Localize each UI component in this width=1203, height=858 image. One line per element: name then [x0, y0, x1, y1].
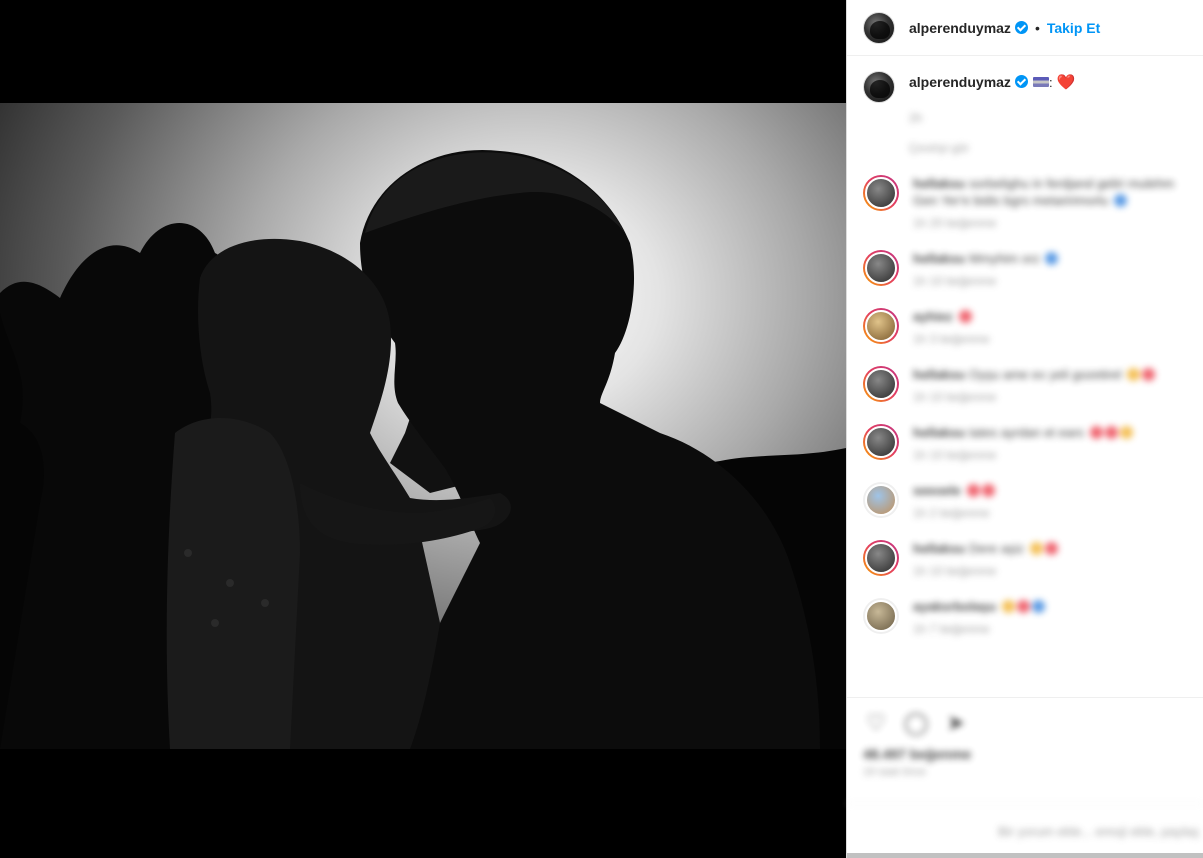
emoji-icon — [1104, 426, 1118, 439]
see-translation-link[interactable]: Çeviriyi gör — [909, 141, 1203, 155]
emoji-icon — [1142, 368, 1156, 381]
comment-item: ayaksrbolaşu 1h 7 beğenme — [847, 598, 1203, 636]
share-icon[interactable]: ➤ — [943, 710, 969, 736]
comment-body: hellaksu tates ayrdan et ears 1h 10 beğen… — [913, 424, 1187, 462]
comment-avatar[interactable] — [863, 175, 899, 211]
comment-text: hellaksu Mmyhim orz — [913, 250, 1187, 267]
caption-meta: 2h — [909, 111, 923, 125]
post-header: alperenduymaz • Takip Et — [847, 0, 1203, 56]
emoji-icon — [1017, 600, 1031, 613]
comment-body: hellaksu Oyşu ame ex yeli gozetirel 1h 10… — [913, 366, 1187, 404]
emoji-icon — [1045, 252, 1059, 265]
caption: alperenduymaz: ❤️ — [847, 57, 1203, 103]
caption-avatar[interactable] — [863, 71, 895, 103]
comment-icon[interactable]: ◯ — [903, 710, 929, 736]
comment-item: hellaksu tates ayrdan et ears 1h 10 beğen… — [847, 424, 1203, 462]
comment-avatar[interactable] — [863, 598, 899, 634]
comment-item: hellaksu Mmyhim orz 1h 10 beğenme — [847, 250, 1203, 288]
comment-body: hellaksu Mmyhim orz 1h 10 beğenme — [913, 250, 1187, 288]
post-modal: alperenduymaz • Takip Et alperenduymaz: … — [0, 0, 1203, 858]
caption-colon: : — [1048, 75, 1053, 90]
silhouette-photo — [0, 150, 846, 749]
emoji-icon — [1089, 426, 1103, 439]
emoji-icon — [958, 310, 972, 323]
comment-text: seeoele — [913, 482, 1187, 499]
comment-item: seeoele 1h 2 beğenme — [847, 482, 1203, 520]
comment-item: hellaksu sorbelighu in ferdjand geliri mu… — [847, 175, 1203, 230]
comment-avatar[interactable] — [863, 482, 899, 518]
comment-meta: 1h 2 beğenme — [913, 506, 990, 520]
comment-avatar[interactable] — [863, 424, 899, 460]
likes-count[interactable]: 48.497 beğenme — [863, 746, 1203, 762]
separator-dot: • — [1034, 19, 1040, 36]
caption-username[interactable]: alperenduymaz — [909, 74, 1011, 90]
comment-text: hellaksu tates ayrdan et ears — [913, 424, 1187, 441]
heart-emoji-icon: ❤️ — [1056, 74, 1076, 91]
author-username[interactable]: alperenduymaz — [909, 20, 1011, 36]
verified-badge-icon — [1014, 21, 1028, 34]
post-photo[interactable] — [0, 103, 846, 749]
comment-text: ayhiez — [913, 308, 1187, 325]
comments-list[interactable]: alperenduymaz: ❤️ 2h Çeviriyi gör hellak… — [847, 57, 1203, 697]
caption-body: alperenduymaz: ❤️ — [909, 71, 1075, 103]
comment-meta: 1h 10 beğenme — [913, 390, 997, 404]
comment-body: ayhiez 1h 3 beğenme — [913, 308, 1187, 346]
post-actions: ♡ ◯ ➤ 48.497 beğenme 19 saat önce Bir yo… — [847, 697, 1203, 858]
comment-avatar[interactable] — [863, 308, 899, 344]
comment-item: hellaksu Oyşu ame ex yeli gozetirel 1h 10… — [847, 366, 1203, 404]
post-time: 19 saat önce — [863, 766, 926, 778]
comment-avatar[interactable] — [863, 540, 899, 576]
comment-body: hellaksu Dere aşiz 1h 10 beğenme — [913, 540, 1187, 578]
post-media — [0, 0, 846, 858]
comment-meta: 1h 20 beğenme — [913, 216, 997, 230]
comment-text: hellaksu Oyşu ame ex yeli gozetirel — [913, 366, 1187, 383]
verified-badge-icon — [1014, 75, 1028, 88]
emoji-icon — [966, 484, 980, 497]
comment-avatar[interactable] — [863, 250, 899, 286]
add-comment-input[interactable]: Bir yorum ekle... emoji ekle, paylaş — [847, 803, 1203, 858]
comment-item: ayhiez 1h 3 beğenme — [847, 308, 1203, 346]
emoji-icon — [1044, 542, 1058, 555]
emoji-icon — [981, 484, 995, 497]
emoji-icon — [1114, 194, 1128, 207]
emoji-icon — [1029, 542, 1043, 555]
comment-body: hellaksu sorbelighu in ferdjand geliri mu… — [913, 175, 1187, 230]
comment-item: hellaksu Dere aşiz 1h 10 beğenme — [847, 540, 1203, 578]
emoji-icon — [1032, 600, 1046, 613]
emoji-icon — [1119, 426, 1133, 439]
comment-text: hellaksu Dere aşiz — [913, 540, 1187, 557]
comment-body: ayaksrbolaşu 1h 7 beğenme — [913, 598, 1187, 636]
post-side-panel: alperenduymaz • Takip Et alperenduymaz: … — [846, 0, 1203, 858]
comment-meta: 1h 10 beğenme — [913, 274, 997, 288]
emoji-icon — [1127, 368, 1141, 381]
comment-text: hellaksu sorbelighu in ferdjand geliri mu… — [913, 176, 1175, 208]
author-avatar[interactable] — [863, 11, 895, 44]
follow-button[interactable]: Takip Et — [1047, 20, 1100, 36]
comment-meta: 1h 7 beğenme — [913, 622, 990, 636]
heart-outline-icon[interactable]: ♡ — [863, 710, 889, 736]
flag-emoji-icon — [1032, 77, 1049, 87]
comment-meta: 1h 10 beğenme — [913, 448, 997, 462]
comment-avatar[interactable] — [863, 366, 899, 402]
emoji-icon — [1002, 600, 1016, 613]
comment-text: ayaksrbolaşu — [913, 598, 1187, 615]
comment-body: seeoele 1h 2 beğenme — [913, 482, 1187, 520]
action-icons: ♡ ◯ ➤ — [847, 698, 1203, 736]
horizontal-scrollbar[interactable] — [847, 853, 1203, 858]
comment-meta: 1h 10 beğenme — [913, 564, 997, 578]
comment-meta: 1h 3 beğenme — [913, 332, 990, 346]
